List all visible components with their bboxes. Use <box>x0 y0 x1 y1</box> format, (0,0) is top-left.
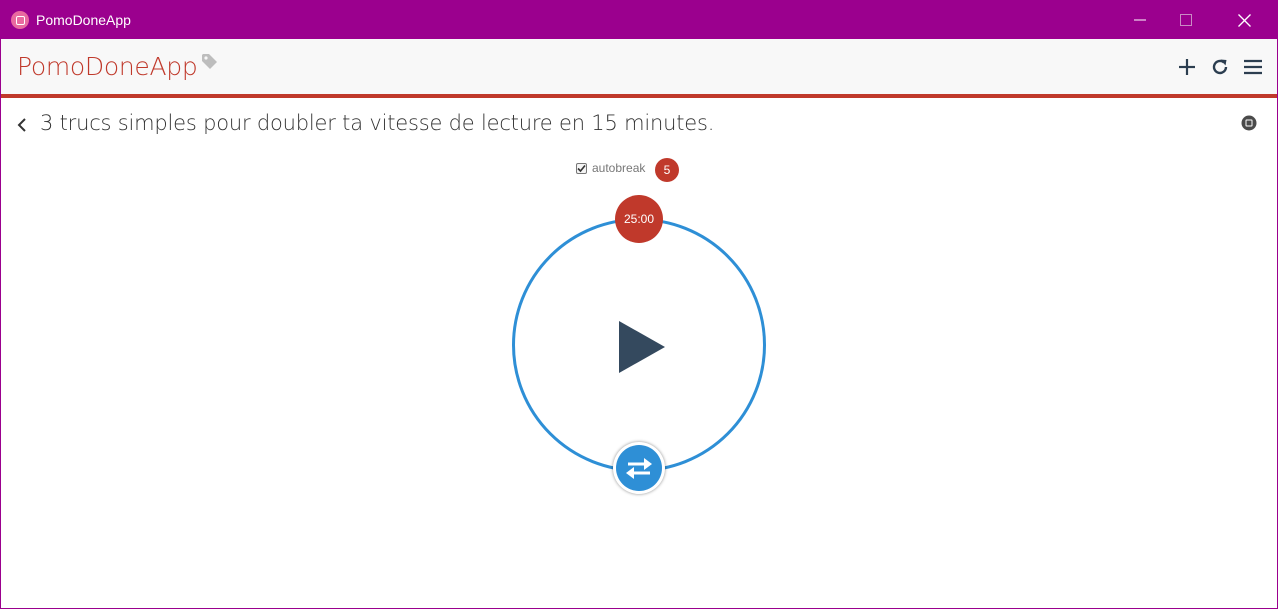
app-icon <box>11 11 29 29</box>
switch-mode-button[interactable] <box>613 442 665 494</box>
maximize-icon <box>1180 14 1192 26</box>
play-icon[interactable] <box>613 319 669 375</box>
plus-icon[interactable] <box>1176 56 1198 78</box>
check-icon <box>577 164 586 172</box>
app-header: PomoDoneApp <box>1 39 1277 95</box>
autobreak-checkbox[interactable] <box>576 162 587 174</box>
header-accent-line <box>1 94 1277 98</box>
app-brand: PomoDoneApp <box>17 52 198 81</box>
timer-time-badge[interactable]: 25:00 <box>615 195 663 243</box>
swap-arrows-icon <box>626 458 652 479</box>
maximize-button[interactable] <box>1163 1 1209 39</box>
hamburger-menu-icon[interactable] <box>1242 56 1264 78</box>
minimize-icon <box>1134 19 1146 21</box>
refresh-icon[interactable] <box>1209 56 1231 78</box>
autobreak-label: autobreak <box>592 161 646 175</box>
autobreak-toggle[interactable]: autobreak <box>576 161 645 175</box>
close-button[interactable] <box>1221 1 1267 39</box>
task-title: 3 trucs simples pour doubler ta vitesse … <box>40 111 715 135</box>
window-title: PomoDoneApp <box>36 12 131 28</box>
window-titlebar[interactable]: PomoDoneApp <box>1 1 1277 39</box>
stop-icon[interactable] <box>1241 115 1257 131</box>
app-window: PomoDoneApp PomoDoneApp 3 trucs simples … <box>0 0 1278 609</box>
close-icon <box>1237 13 1251 27</box>
chevron-left-icon[interactable] <box>13 115 31 135</box>
pomodoro-count-badge: 5 <box>655 158 679 182</box>
minimize-button[interactable] <box>1117 1 1163 39</box>
tag-icon[interactable] <box>201 53 219 71</box>
